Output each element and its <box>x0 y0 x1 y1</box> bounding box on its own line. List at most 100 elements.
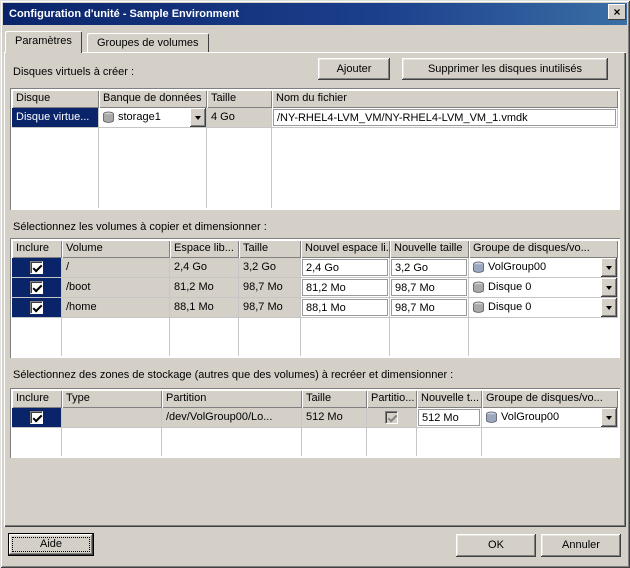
table-row: /boot 81,2 Mo 98,7 Mo 81,2 Mo 98,7 Mo Di… <box>12 278 618 298</box>
disk-group-value: VolGroup00 <box>498 411 599 424</box>
add-disk-button[interactable]: Ajouter <box>318 58 390 80</box>
disks-section-label: Disques virtuels à créer : <box>13 66 134 78</box>
include-checkbox[interactable] <box>30 411 43 424</box>
close-icon: × <box>613 6 620 18</box>
disk-group-value: Disque 0 <box>485 301 599 314</box>
size-cell: 98,7 Mo <box>239 298 301 317</box>
table-row: /home 88,1 Mo 98,7 Mo 88,1 Mo 98,7 Mo Di… <box>12 298 618 318</box>
disk-group-value: VolGroup00 <box>485 261 599 274</box>
volumes-table-header: Inclure Volume Espace lib... Taille Nouv… <box>12 240 618 258</box>
disk-name-cell[interactable]: Disque virtue... <box>12 108 99 127</box>
new-free-space-cell[interactable]: 2,4 Go <box>301 258 390 277</box>
new-size-cell[interactable]: 512 Mo <box>417 408 482 427</box>
filename-input[interactable]: /NY-RHEL4-LVM_VM/NY-RHEL4-LVM_VM_1.vmdk <box>273 109 616 126</box>
column-header-inclure[interactable]: Inclure <box>12 390 62 408</box>
datastore-icon <box>102 111 115 124</box>
new-size-input[interactable]: 98,7 Mo <box>391 299 467 316</box>
column-header-type[interactable]: Type <box>62 390 162 408</box>
new-size-input[interactable]: 3,2 Go <box>391 259 467 276</box>
new-free-space-input[interactable]: 2,4 Go <box>302 259 388 276</box>
disk-group-dropdown-button[interactable] <box>601 258 617 277</box>
new-size-input[interactable]: 98,7 Mo <box>391 279 467 296</box>
chevron-down-icon <box>606 266 612 270</box>
disk-group-dropdown-button[interactable] <box>601 408 617 427</box>
tab-parametres[interactable]: Paramètres <box>5 31 82 53</box>
new-free-space-cell[interactable]: 81,2 Mo <box>301 278 390 297</box>
chevron-down-icon <box>606 286 612 290</box>
column-header-nouvelle-taille[interactable]: Nouvelle t... <box>417 390 482 408</box>
dialog-window: Configuration d'unité - Sample Environme… <box>0 0 630 568</box>
column-header-groupe[interactable]: Groupe de disques/vo... <box>469 240 618 258</box>
new-free-space-input[interactable]: 88,1 Mo <box>302 299 388 316</box>
ok-button[interactable]: OK <box>456 534 536 557</box>
disk-group-dropdown-button[interactable] <box>601 298 617 317</box>
column-header-groupe[interactable]: Groupe de disques/vo... <box>482 390 618 408</box>
close-button[interactable]: × <box>608 4 626 20</box>
size-cell: 512 Mo <box>302 408 367 427</box>
disk-group-combobox[interactable]: Disque 0 <box>469 278 618 297</box>
disk-group-value: Disque 0 <box>485 281 599 294</box>
column-header-espace[interactable]: Espace lib... <box>170 240 239 258</box>
disk-group-dropdown-button[interactable] <box>601 278 617 297</box>
new-size-input[interactable]: 512 Mo <box>418 409 480 426</box>
disk-icon <box>485 411 498 424</box>
table-row: / 2,4 Go 3,2 Go 2,4 Go 3,2 Go VolGroup00 <box>12 258 618 278</box>
disk-group-combobox[interactable]: VolGroup00 <box>482 408 618 427</box>
include-checkbox-cell[interactable] <box>12 258 62 277</box>
volume-cell: /home <box>62 298 170 317</box>
column-header-taille[interactable]: Taille <box>302 390 367 408</box>
table-row: /dev/VolGroup00/Lo... 512 Mo 512 Mo VolG… <box>12 408 618 428</box>
help-button[interactable]: Aide <box>8 533 94 556</box>
disk-size-cell: 4 Go <box>207 108 272 127</box>
disk-icon <box>472 301 485 314</box>
free-space-cell: 81,2 Mo <box>170 278 239 297</box>
storage-table-empty-area <box>12 428 618 456</box>
size-cell: 98,7 Mo <box>239 278 301 297</box>
cancel-button[interactable]: Annuler <box>541 534 621 557</box>
window-title: Configuration d'unité - Sample Environme… <box>9 8 239 20</box>
disk-icon <box>472 261 485 274</box>
new-free-space-input[interactable]: 81,2 Mo <box>302 279 388 296</box>
titlebar[interactable]: Configuration d'unité - Sample Environme… <box>3 3 627 25</box>
disk-group-combobox[interactable]: VolGroup00 <box>469 258 618 277</box>
include-checkbox-cell[interactable] <box>12 278 62 297</box>
column-header-partition-boot[interactable]: Partitio... <box>367 390 417 408</box>
volume-cell: /boot <box>62 278 170 297</box>
volumes-table: Inclure Volume Espace lib... Taille Nouv… <box>10 238 620 358</box>
include-checkbox-cell[interactable] <box>12 408 62 427</box>
new-size-cell[interactable]: 98,7 Mo <box>390 278 469 297</box>
column-header-partition[interactable]: Partition <box>162 390 302 408</box>
filename-cell[interactable]: /NY-RHEL4-LVM_VM/NY-RHEL4-LVM_VM_1.vmdk <box>272 108 618 127</box>
free-space-cell: 88,1 Mo <box>170 298 239 317</box>
disks-table-empty-area <box>12 128 618 208</box>
new-size-cell[interactable]: 3,2 Go <box>390 258 469 277</box>
datastore-combobox[interactable]: storage1 <box>99 108 207 127</box>
remove-unused-disks-button[interactable]: Supprimer les disques inutilisés <box>402 58 608 80</box>
volumes-table-empty-area <box>12 318 618 356</box>
column-header-taille[interactable]: Taille <box>207 90 272 108</box>
storage-table-header: Inclure Type Partition Taille Partitio..… <box>12 390 618 408</box>
new-size-cell[interactable]: 98,7 Mo <box>390 298 469 317</box>
include-checkbox[interactable] <box>30 301 43 314</box>
include-checkbox-cell[interactable] <box>12 298 62 317</box>
column-header-banque[interactable]: Banque de données <box>99 90 207 108</box>
chevron-down-icon <box>606 306 612 310</box>
column-header-taille[interactable]: Taille <box>239 240 301 258</box>
tab-groupes-label: Groupes de volumes <box>97 37 199 49</box>
free-space-cell: 2,4 Go <box>170 258 239 277</box>
include-checkbox[interactable] <box>30 281 43 294</box>
column-header-fichier[interactable]: Nom du fichier <box>272 90 618 108</box>
column-header-nouvel-espace[interactable]: Nouvel espace li... <box>301 240 390 258</box>
column-header-inclure[interactable]: Inclure <box>12 240 62 258</box>
column-header-disque[interactable]: Disque <box>12 90 99 108</box>
include-checkbox[interactable] <box>30 261 43 274</box>
datastore-dropdown-button[interactable] <box>190 108 206 127</box>
new-free-space-cell[interactable]: 88,1 Mo <box>301 298 390 317</box>
column-header-nouvelle-taille[interactable]: Nouvelle taille <box>390 240 469 258</box>
storage-table: Inclure Type Partition Taille Partitio..… <box>10 388 620 458</box>
storage-section-label: Sélectionnez des zones de stockage (autr… <box>13 369 453 381</box>
disk-group-combobox[interactable]: Disque 0 <box>469 298 618 317</box>
disks-table: Disque Banque de données Taille Nom du f… <box>10 88 620 210</box>
column-header-volume[interactable]: Volume <box>62 240 170 258</box>
tab-groupes-de-volumes[interactable]: Groupes de volumes <box>87 33 209 52</box>
